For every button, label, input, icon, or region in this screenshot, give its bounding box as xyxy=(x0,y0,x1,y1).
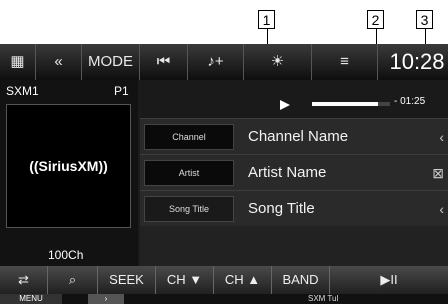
add-music-button[interactable]: ♪+ xyxy=(188,44,244,80)
seek-button[interactable]: SEEK xyxy=(98,266,156,294)
display-button[interactable]: ☀ xyxy=(244,44,312,80)
band-button[interactable]: BAND xyxy=(272,266,330,294)
search-button[interactable]: ⌕ xyxy=(48,266,98,294)
app-icon: ▦ xyxy=(10,53,25,70)
back-icon: « xyxy=(54,53,63,70)
artist-row[interactable]: Artist Artist Name ⊠ xyxy=(140,154,448,190)
skip-back-icon: ⏮ xyxy=(156,53,171,70)
chevron-right-icon: › xyxy=(104,294,108,303)
song-title-label: Song Title xyxy=(144,196,234,222)
music-add-icon: ♪+ xyxy=(207,53,224,70)
remaining-time: - 01:25 xyxy=(394,96,426,107)
repeat-icon: ⇄ xyxy=(18,272,29,287)
clock: 10:28 xyxy=(389,49,445,74)
progress-track xyxy=(312,102,390,106)
station-name: SXM1 xyxy=(6,84,39,98)
bottom-status-label: SXM Tul xyxy=(308,294,339,303)
channel-number: 100Ch xyxy=(48,248,84,262)
mode-label: MODE xyxy=(88,53,133,70)
skip-back-button[interactable]: ⏮ xyxy=(140,44,188,80)
chevron-left-icon[interactable]: ‹ xyxy=(439,191,444,227)
channel-down-button[interactable]: CH ▼ xyxy=(156,266,214,294)
list-icon: ≡ xyxy=(340,53,349,70)
song-row[interactable]: Song Title Song Title ‹ xyxy=(140,190,448,226)
channel-label: Channel xyxy=(144,124,234,150)
play-status-icon xyxy=(280,100,298,110)
sun-icon: ☀ xyxy=(270,53,285,70)
menu-button[interactable]: MENU xyxy=(0,294,62,304)
app-icon-button[interactable]: ▦ xyxy=(0,44,36,80)
song-title-value: Song Title xyxy=(248,200,315,217)
back-button[interactable]: « xyxy=(36,44,82,80)
artist-label: Artist xyxy=(144,160,234,186)
callout-2: 2 xyxy=(367,10,384,29)
mode-button[interactable]: MODE xyxy=(82,44,140,80)
head-unit-screen: ▦ « MODE ⏮ ♪+ ☀ ≡ 10:28 SXM1 P1 ((Sirius… xyxy=(0,44,448,304)
channel-up-button[interactable]: CH ▲ xyxy=(214,266,272,294)
preset-number: P1 xyxy=(114,84,129,98)
channel-row[interactable]: Channel Channel Name ‹ xyxy=(140,118,448,154)
callout-3: 3 xyxy=(416,10,433,29)
info-area: - 01:25 Channel Channel Name ‹ Artist Ar… xyxy=(140,80,448,266)
forward-button[interactable]: › xyxy=(88,294,124,304)
callout-1: 1 xyxy=(258,10,275,29)
siriusxm-logo: ((SiriusXM)) xyxy=(6,104,131,228)
artist-value: Artist Name xyxy=(248,164,327,181)
repeat-button[interactable]: ⇄ xyxy=(0,266,48,294)
channel-value: Channel Name xyxy=(248,128,349,145)
play-pause-button[interactable]: ▶II xyxy=(330,266,448,294)
top-bar: ▦ « MODE ⏮ ♪+ ☀ ≡ 10:28 xyxy=(0,44,448,80)
list-button[interactable]: ≡ xyxy=(312,44,378,80)
progress-row: - 01:25 xyxy=(140,80,448,118)
control-bar: ⇄ ⌕ SEEK CH ▼ CH ▲ BAND ▶II xyxy=(0,266,448,294)
progress-fill xyxy=(312,102,379,106)
tag-icon[interactable]: ⊠ xyxy=(432,155,444,191)
search-icon: ⌕ xyxy=(68,272,77,287)
bottom-bar: MENU › SXM Tul xyxy=(0,294,448,304)
chevron-left-icon[interactable]: ‹ xyxy=(439,119,444,155)
station-panel: SXM1 P1 ((SiriusXM)) 100Ch xyxy=(0,80,138,266)
